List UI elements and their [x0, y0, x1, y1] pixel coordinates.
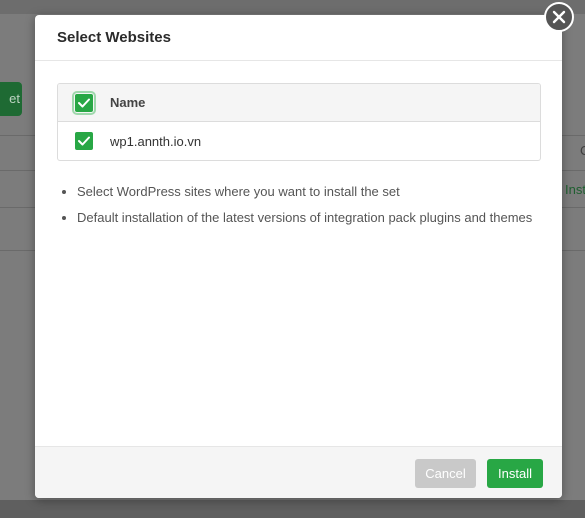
info-item: Default installation of the latest versi…: [77, 207, 547, 229]
background-link: Inst: [565, 182, 585, 197]
cancel-button[interactable]: Cancel: [415, 459, 476, 488]
check-icon: [78, 98, 90, 107]
modal-footer: Cancel Install: [35, 446, 562, 498]
info-list: Select WordPress sites where you want to…: [62, 181, 547, 233]
close-icon: [552, 10, 566, 24]
header-check-cell: [58, 90, 110, 115]
row-check-cell: [58, 132, 110, 150]
table-header: Name: [58, 84, 540, 122]
background-bottom-bar: [0, 500, 585, 518]
modal-title: Select Websites: [57, 29, 171, 46]
website-name: wp1.annth.io.vn: [110, 133, 202, 149]
select-websites-modal: Select Websites Name wp1.annth.io.vn • S…: [35, 15, 562, 498]
install-button[interactable]: Install: [487, 459, 543, 488]
check-icon: [78, 136, 90, 146]
table-row: wp1.annth.io.vn: [58, 122, 540, 160]
row-checkbox[interactable]: [75, 132, 93, 150]
column-header-name: Name: [110, 95, 146, 110]
close-button[interactable]: [544, 2, 574, 32]
info-item: Select WordPress sites where you want to…: [77, 181, 547, 203]
background-topbar: [0, 0, 585, 14]
background-text: C: [580, 143, 585, 158]
select-all-checkbox[interactable]: [72, 90, 96, 115]
background-button: et: [0, 82, 22, 116]
websites-table: Name wp1.annth.io.vn: [57, 83, 541, 161]
modal-header: Select Websites: [35, 15, 562, 61]
